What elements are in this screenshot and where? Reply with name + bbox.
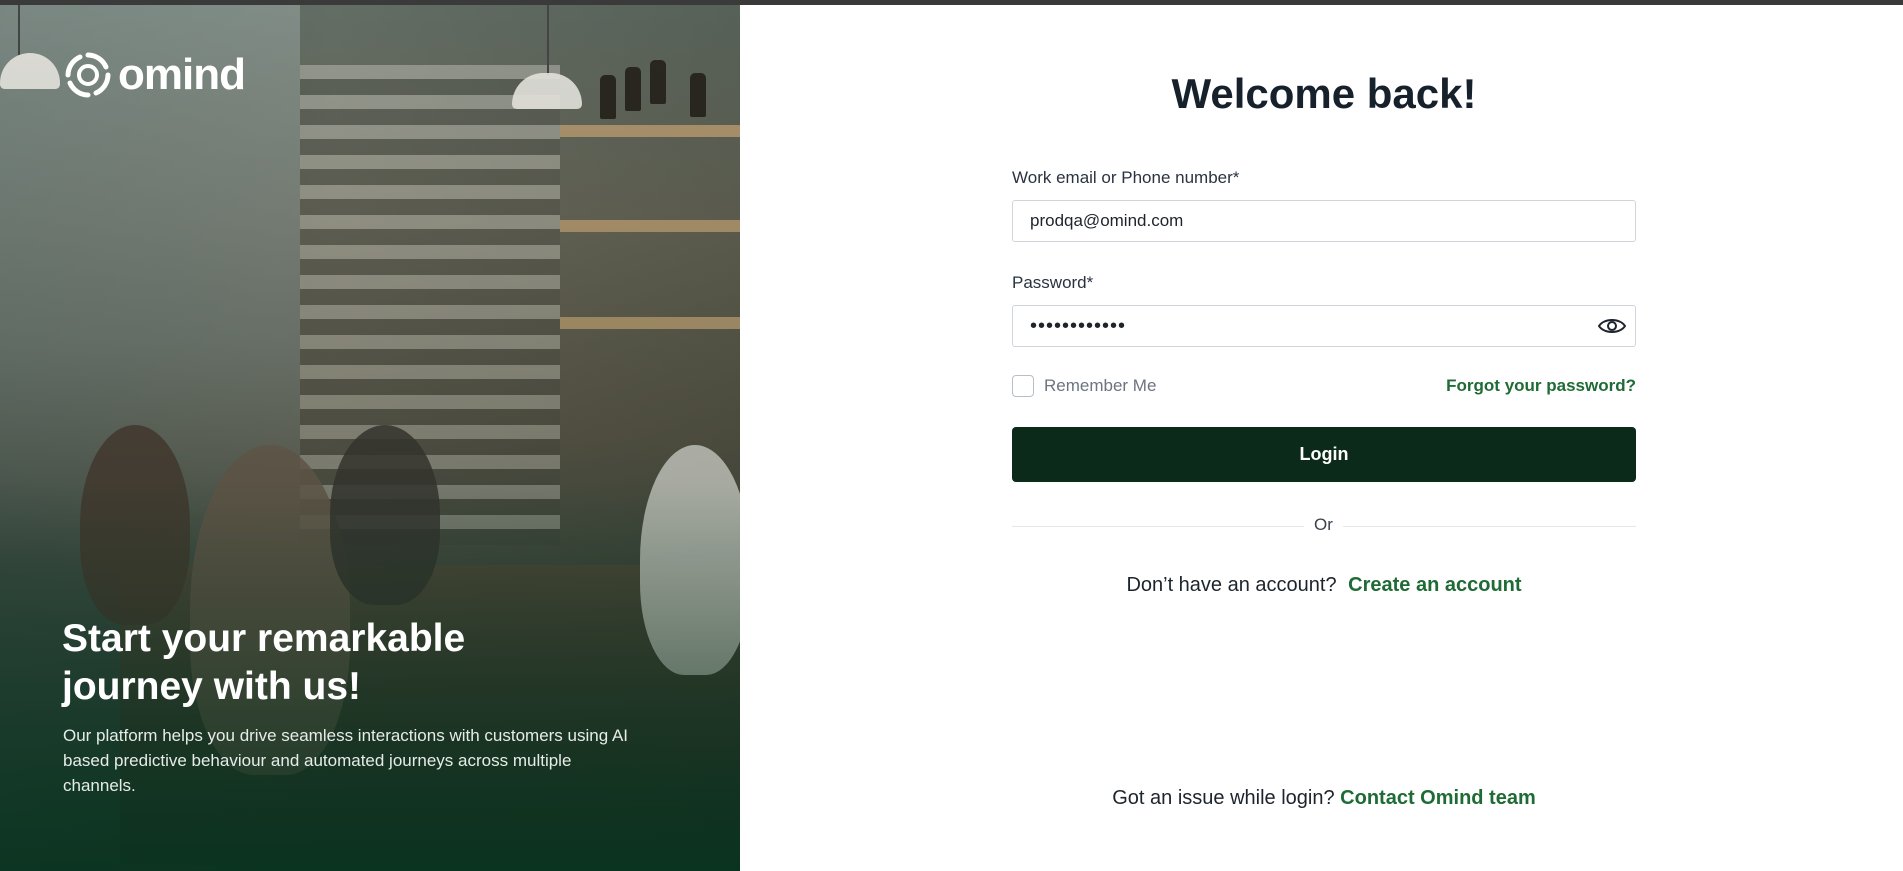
hero-panel: omind Start your remarkable journey with…	[0, 5, 740, 871]
email-field[interactable]: prodqa@omind.com	[1012, 200, 1636, 242]
remember-me-label[interactable]: Remember Me	[1044, 376, 1156, 396]
omind-swirl-icon	[65, 52, 111, 98]
forgot-password-link[interactable]: Forgot your password?	[1446, 376, 1636, 396]
hero-title: Start your remarkable journey with us!	[62, 615, 622, 711]
email-label: Work email or Phone number*	[1012, 168, 1240, 187]
create-account-link[interactable]: Create an account	[1348, 574, 1521, 596]
password-label: Password*	[1012, 273, 1094, 292]
email-value: prodqa@omind.com	[1030, 211, 1184, 230]
brand-name: omind	[118, 50, 246, 99]
login-button[interactable]: Login	[1012, 427, 1636, 482]
or-separator: Or	[1304, 515, 1343, 535]
signup-row: Don’t have an account? Create an account	[1012, 574, 1636, 597]
remember-me-checkbox[interactable]	[1012, 375, 1034, 397]
issue-prompt: Got an issue while login?	[1112, 787, 1335, 809]
remember-me[interactable]: Remember Me	[1012, 375, 1156, 397]
brand-logo: omind	[62, 49, 246, 101]
hero-title-line2: journey with us!	[62, 665, 362, 708]
hero-description: Our platform helps you drive seamless in…	[63, 726, 629, 795]
hero-title-line1: Start your remarkable	[62, 617, 466, 660]
eye-icon[interactable]	[1597, 314, 1627, 338]
signup-prompt: Don’t have an account?	[1126, 574, 1337, 596]
password-field[interactable]: ••••••••••••	[1012, 305, 1636, 347]
contact-team-link[interactable]: Contact Omind team	[1340, 787, 1536, 809]
page-title: Welcome back!	[1171, 70, 1477, 117]
password-value: ••••••••••••	[1030, 315, 1127, 337]
support-row: Got an issue while login? Contact Omind …	[1012, 787, 1636, 810]
